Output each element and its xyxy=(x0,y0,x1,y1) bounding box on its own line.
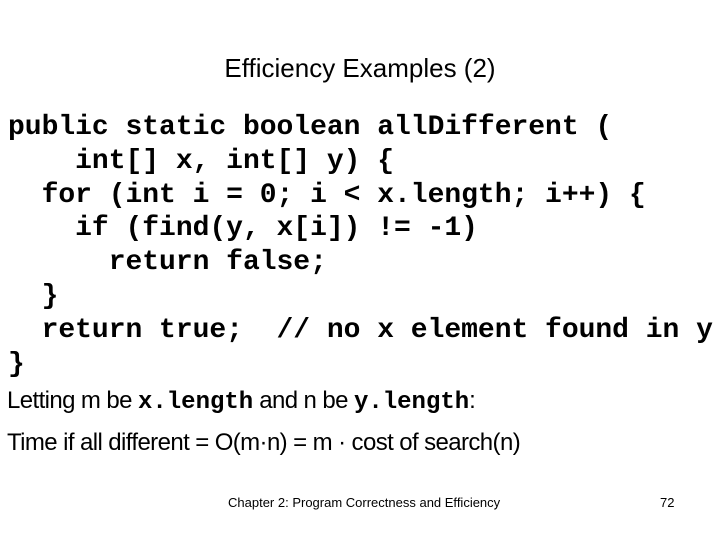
footer-chapter-title: Chapter 2: Program Correctness and Effic… xyxy=(228,495,501,510)
code-line: } xyxy=(8,348,25,380)
explanation-text: : xyxy=(469,387,476,414)
explanation-line-time-complexity: Time if all different = O(m·n) = m · cos… xyxy=(7,429,521,456)
explanation-text: and n be xyxy=(253,387,354,414)
code-line: for (int i = 0; i < x.length; i++) { xyxy=(8,179,646,211)
inline-code-x-length: x.length xyxy=(137,389,254,416)
code-line: return false; xyxy=(8,247,327,279)
inline-code-y-length: y.length xyxy=(353,389,470,416)
explanation-text: Letting m be xyxy=(7,387,138,414)
code-line: int[] x, int[] y) { xyxy=(8,145,395,177)
code-block: public static boolean allDifferent ( int… xyxy=(8,111,713,381)
slide-title: Efficiency Examples (2) xyxy=(224,53,496,83)
footer-page-number: 72 xyxy=(660,495,675,510)
code-line: return true; // no x element found in y xyxy=(8,314,713,346)
code-line: } xyxy=(8,280,59,312)
code-line: if (find(y, x[i]) != -1) xyxy=(8,213,478,245)
explanation-line-definitions: Letting m be x.length and n be y.length: xyxy=(7,387,476,416)
code-line: public static boolean allDifferent ( xyxy=(8,112,613,143)
